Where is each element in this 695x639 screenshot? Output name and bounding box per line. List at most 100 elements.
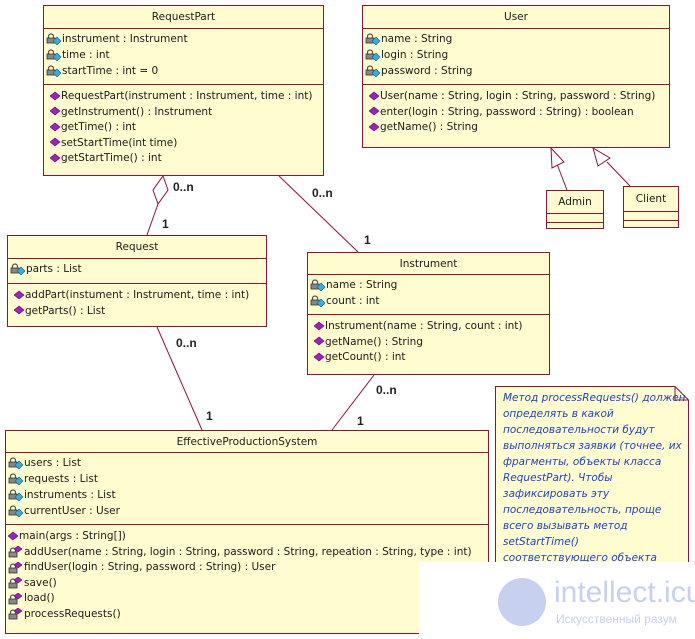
note[interactable]: Метод processRequests() должен определят… bbox=[495, 386, 689, 576]
operation-row[interactable]: RequestPart(instrument : Instrument, tim… bbox=[49, 89, 323, 105]
public-operation-icon bbox=[49, 153, 61, 165]
operation-text: main(args : String[]) bbox=[19, 530, 126, 542]
class-name: Admin bbox=[547, 191, 603, 214]
operation-row[interactable]: getName() : String bbox=[313, 335, 549, 351]
operation-list: RequestPart(instrument : Instrument, tim… bbox=[44, 85, 323, 167]
attribute-text: name : String bbox=[381, 33, 453, 45]
operation-row[interactable]: Instrument(name : String, count : int) bbox=[313, 319, 549, 335]
public-operation-icon bbox=[368, 106, 380, 118]
class-name: Client bbox=[624, 187, 678, 212]
operation-list: addPart(instument : Instrument, time : i… bbox=[8, 284, 266, 319]
operation-row[interactable]: setStartTime(int time) bbox=[49, 136, 323, 152]
attribute-row[interactable]: parts : List bbox=[10, 261, 266, 277]
operation-row[interactable]: findUser(login : String, password : Stri… bbox=[8, 560, 488, 576]
operation-row[interactable]: addUser(name : String, login : String, p… bbox=[8, 545, 488, 561]
operation-row[interactable]: enter(login : String, password : String)… bbox=[368, 105, 669, 121]
operation-list: User(name : String, login : String, pass… bbox=[363, 85, 669, 136]
attribute-text: requests : List bbox=[24, 473, 98, 485]
operation-row[interactable]: getStartTime() : int bbox=[49, 151, 323, 167]
operation-row[interactable]: getParts() : List bbox=[13, 304, 266, 320]
class-name: Request bbox=[8, 236, 266, 259]
class-name: User bbox=[363, 6, 669, 29]
class-requestpart[interactable]: RequestPart instrument : Instrument time… bbox=[43, 5, 324, 176]
attribute-row[interactable]: instrument : Instrument bbox=[46, 31, 323, 47]
attribute-row[interactable]: time : int bbox=[46, 47, 323, 63]
attribute-row[interactable]: password : String bbox=[365, 63, 669, 79]
watermark-logo-icon bbox=[498, 578, 546, 626]
private-operation-icon bbox=[8, 561, 24, 574]
public-operation-icon bbox=[49, 106, 61, 118]
class-name: RequestPart bbox=[44, 6, 323, 29]
class-instrument[interactable]: Instrument name : String count : int Ins… bbox=[307, 252, 550, 375]
operation-row[interactable]: getCount() : int bbox=[313, 350, 549, 366]
multiplicity-label: 1 bbox=[162, 217, 169, 231]
public-operation-icon bbox=[313, 336, 325, 348]
attribute-text: instruments : List bbox=[24, 489, 116, 501]
attribute-row[interactable]: users : List bbox=[8, 455, 488, 471]
multiplicity-label: 0..n bbox=[173, 180, 194, 194]
public-operation-icon bbox=[313, 352, 325, 364]
public-operation-icon bbox=[49, 122, 61, 134]
attribute-row[interactable]: name : String bbox=[310, 277, 549, 293]
class-client[interactable]: Client bbox=[623, 186, 679, 228]
generalization-arrowhead-client bbox=[592, 146, 611, 167]
attribute-row[interactable]: instruments : List bbox=[8, 487, 488, 503]
attribute-row[interactable]: requests : List bbox=[8, 471, 488, 487]
attribute-text: count : int bbox=[326, 295, 380, 307]
operation-text: User(name : String, login : String, pass… bbox=[380, 90, 656, 102]
operation-row[interactable]: save() bbox=[8, 576, 488, 592]
association-line-requestpart-request bbox=[146, 203, 159, 236]
class-effectiveproductionsystem[interactable]: EffectiveProductionSystem users : List r… bbox=[5, 430, 489, 634]
public-operation-icon bbox=[13, 290, 25, 302]
generalization-line-client bbox=[606, 161, 631, 187]
class-request[interactable]: Request parts : List addPart(instument :… bbox=[7, 235, 267, 327]
private-operation-icon bbox=[8, 545, 24, 558]
class-admin[interactable]: Admin bbox=[546, 190, 604, 229]
attribute-list: parts : List bbox=[8, 259, 266, 284]
attribute-text: login : String bbox=[381, 49, 449, 61]
operation-row[interactable]: getInstrument() : Instrument bbox=[49, 105, 323, 121]
watermark: intellect.icu Искусственный разум bbox=[498, 574, 695, 634]
multiplicity-label: 0..n bbox=[312, 186, 333, 200]
class-user[interactable]: User name : String login : String passwo… bbox=[362, 5, 670, 148]
operation-text: getStartTime() : int bbox=[61, 152, 162, 164]
attribute-row[interactable]: count : int bbox=[310, 293, 549, 309]
attribute-row[interactable]: startTime : int = 0 bbox=[46, 63, 323, 79]
operation-row[interactable]: load() bbox=[8, 591, 488, 607]
operation-text: save() bbox=[24, 576, 57, 589]
multiplicity-label: 1 bbox=[364, 233, 371, 247]
operation-row[interactable]: processRequests() bbox=[8, 607, 488, 623]
attribute-row[interactable]: currentUser : User bbox=[8, 503, 488, 519]
operation-row[interactable]: addPart(instument : Instrument, time : i… bbox=[13, 288, 266, 304]
operation-list: Instrument(name : String, count : int) g… bbox=[308, 315, 549, 366]
private-operation-icon bbox=[8, 607, 24, 620]
private-attribute-icon bbox=[46, 65, 62, 78]
operation-text: findUser(login : String, password : Stri… bbox=[24, 561, 276, 573]
operation-row[interactable]: main(args : String[]) bbox=[7, 529, 488, 545]
operation-row[interactable]: getTime() : int bbox=[49, 120, 323, 136]
generalization-arrowhead-admin bbox=[550, 146, 565, 169]
attribute-list: instrument : Instrument time : int start… bbox=[44, 29, 323, 85]
attribute-row[interactable]: name : String bbox=[365, 31, 669, 47]
association-line-instrument-eps bbox=[331, 374, 375, 431]
private-attribute-icon bbox=[8, 505, 24, 518]
watermark-tagline: Искусственный разум bbox=[556, 612, 677, 626]
generalization-line-admin bbox=[556, 163, 568, 191]
operation-row[interactable]: User(name : String, login : String, pass… bbox=[368, 89, 669, 105]
attribute-list: users : List requests : List instruments… bbox=[6, 453, 488, 525]
operation-text: getCount() : int bbox=[325, 351, 406, 363]
operation-text: load() bbox=[24, 592, 55, 604]
attribute-text: password : String bbox=[381, 65, 473, 77]
multiplicity-label: 1 bbox=[357, 414, 364, 428]
private-attribute-icon bbox=[46, 49, 62, 62]
multiplicity-label: 0..n bbox=[376, 383, 397, 397]
private-attribute-icon bbox=[310, 295, 326, 308]
multiplicity-label: 0..n bbox=[176, 336, 197, 350]
operation-text: enter(login : String, password : String)… bbox=[380, 105, 634, 118]
private-attribute-icon bbox=[8, 457, 24, 470]
operation-row[interactable]: getName() : String bbox=[368, 120, 669, 136]
attribute-row[interactable]: login : String bbox=[365, 47, 669, 63]
attribute-text: parts : List bbox=[26, 263, 82, 275]
operation-list: main(args : String[]) addUser(name : Str… bbox=[6, 525, 488, 622]
aggregation-diamond bbox=[152, 174, 169, 206]
